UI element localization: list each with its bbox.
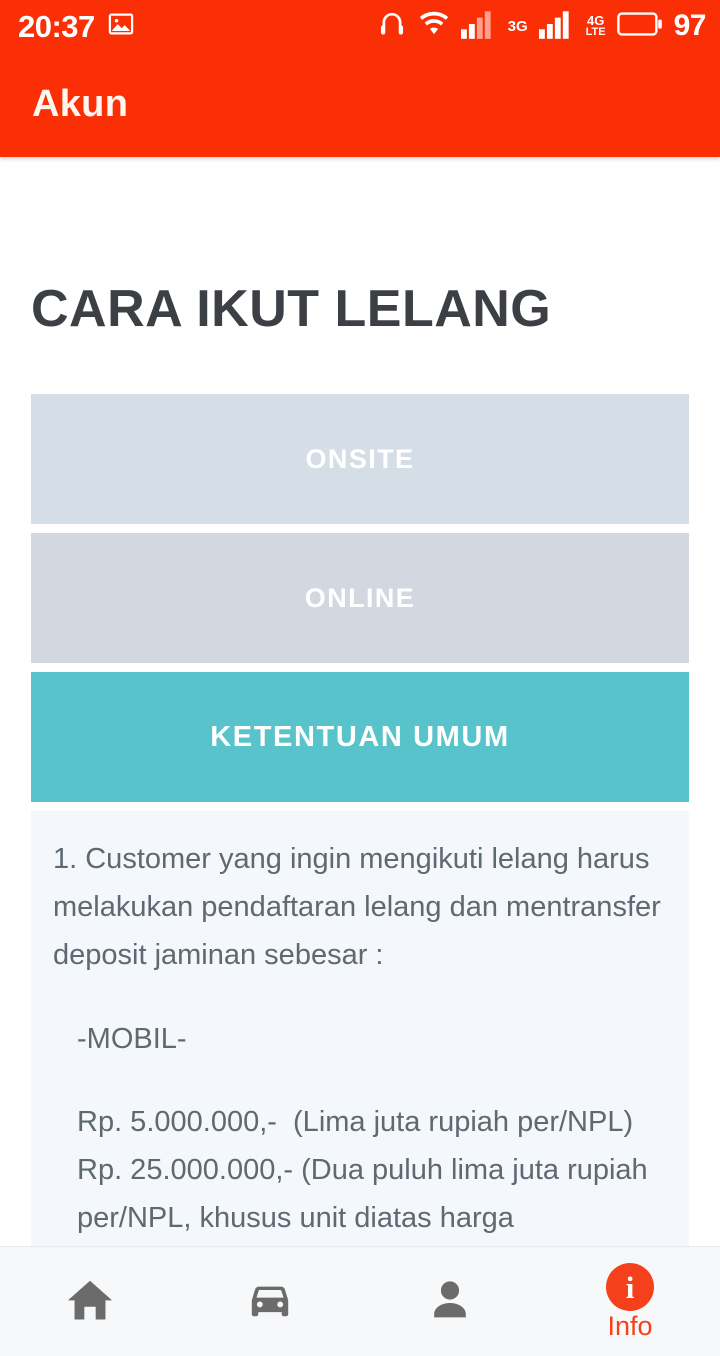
headphones-icon bbox=[377, 9, 407, 44]
app-screen: 20:37 3G 4G LTE 97 Akun CARA IKUT LELANG… bbox=[0, 0, 720, 1356]
app-bar: Akun bbox=[0, 52, 720, 157]
tab-onsite[interactable]: ONSITE bbox=[31, 394, 689, 524]
person-icon bbox=[424, 1274, 476, 1329]
app-bar-title: Akun bbox=[32, 83, 129, 125]
panel-spacer bbox=[53, 1063, 667, 1099]
nav-item-cars[interactable] bbox=[180, 1247, 360, 1356]
battery-percent: 97 bbox=[673, 9, 707, 42]
terms-paragraph-1: 1. Customer yang ingin mengikuti lelang … bbox=[53, 843, 669, 971]
image-icon bbox=[107, 10, 135, 43]
tab-online[interactable]: ONLINE bbox=[31, 533, 689, 663]
bottom-navigation-bar: i Info bbox=[0, 1246, 720, 1356]
network-lte-label: 4G LTE bbox=[585, 13, 606, 38]
network-3g-label: 3G bbox=[507, 17, 528, 35]
page-title: CARA IKUT LELANG bbox=[31, 280, 552, 338]
tab-list: ONSITE ONLINE KETENTUAN UMUM bbox=[0, 394, 720, 802]
wifi-icon bbox=[418, 10, 450, 43]
status-clock: 20:37 bbox=[18, 8, 95, 44]
nav-item-info-label: Info bbox=[607, 1311, 653, 1341]
nav-item-home[interactable] bbox=[0, 1247, 180, 1356]
signal-bars-icon bbox=[460, 9, 497, 44]
main-content: CARA IKUT LELANG ONSITE ONLINE KETENTUAN… bbox=[0, 157, 720, 1246]
info-icon: i bbox=[606, 1263, 654, 1311]
status-bar: 20:37 3G 4G LTE 97 bbox=[0, 0, 720, 52]
signal-bars-icon bbox=[538, 9, 575, 44]
terms-price-1: Rp. 5.000.000,- (Lima juta rupiah per/NP… bbox=[77, 1106, 634, 1139]
terms-panel: 1. Customer yang ingin mengikuti lelang … bbox=[31, 811, 689, 1246]
car-icon bbox=[244, 1274, 296, 1329]
nav-item-account[interactable] bbox=[360, 1247, 540, 1356]
panel-spacer bbox=[53, 980, 667, 1016]
status-bar-right: 3G 4G LTE 97 bbox=[377, 9, 707, 44]
status-bar-left: 20:37 bbox=[18, 10, 135, 43]
terms-subheading-mobil: -MOBIL- bbox=[77, 1022, 187, 1055]
terms-price-2: Rp. 25.000.000,- (Dua puluh lima juta ru… bbox=[77, 1154, 656, 1235]
battery-icon bbox=[616, 10, 663, 43]
nav-item-info[interactable]: i Info bbox=[540, 1247, 720, 1356]
network-lte-bottom: LTE bbox=[585, 25, 606, 38]
tab-ketentuan-umum[interactable]: KETENTUAN UMUM bbox=[31, 672, 689, 802]
home-icon bbox=[64, 1274, 116, 1329]
